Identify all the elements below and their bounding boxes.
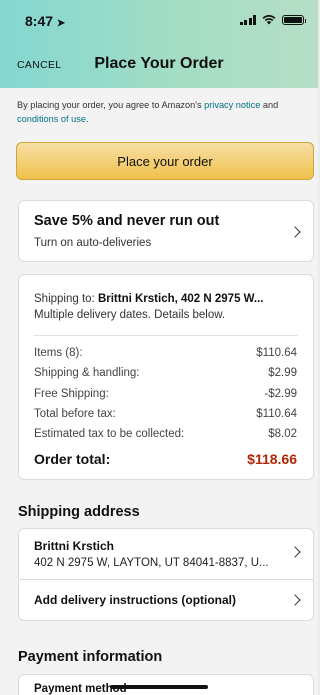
summary-row: Items (8): $110.64: [34, 347, 297, 359]
summary-row: Total before tax: $110.64: [34, 407, 297, 420]
wifi-icon: [262, 15, 276, 25]
header: 8:47 ➤ CANCEL Place Your Order: [0, 0, 318, 88]
summary-row: Shipping & handling: $2.99: [34, 367, 297, 380]
chevron-right-icon: [289, 546, 301, 558]
page-title: Place Your Order: [94, 55, 224, 72]
recipient-name: Brittni Krstich: [34, 539, 115, 553]
nav-bar: CANCEL Place Your Order: [0, 52, 318, 78]
shipping-address-row[interactable]: Brittni Krstich 402 N 2975 W, LAYTON, UT…: [18, 528, 314, 580]
agreement-text: By placing your order, you agree to Amaz…: [17, 100, 279, 124]
summary-row: Free Shipping: -$2.99: [34, 387, 297, 400]
location-arrow-icon: ➤: [56, 18, 66, 29]
shipping-recipient: Brittni Krstich, 402 N 2975 W...: [97, 293, 264, 305]
shipping-summary: Shipping to: Brittni Krstich, 402 N 2975…: [34, 293, 264, 321]
order-total: Order total: $118.66: [34, 451, 297, 467]
delivery-note: Multiple delivery dates. Details below.: [34, 309, 226, 321]
payment-information-heading: Payment information: [18, 649, 163, 665]
checkout-page: By placing your order, you agree to Amaz…: [0, 88, 318, 695]
order-total-label: Order total:: [34, 451, 111, 467]
cellular-signal-icon: [239, 15, 256, 25]
address-line: 402 N 2975 W, LAYTON, UT 84041-8837, U..…: [34, 557, 269, 569]
auto-delivery-card[interactable]: Save 5% and never run out Turn on auto-d…: [18, 200, 314, 262]
delivery-instructions-label: Add delivery instructions (optional): [34, 593, 237, 607]
order-total-value: $118.66: [247, 451, 297, 467]
order-summary-card: Shipping to: Brittni Krstich, 402 N 2975…: [18, 274, 314, 480]
conditions-of-use-link[interactable]: conditions of use: [17, 114, 86, 124]
shipping-address-group: Brittni Krstich 402 N 2975 W, LAYTON, UT…: [18, 528, 314, 628]
chevron-right-icon: [289, 226, 301, 238]
place-order-button[interactable]: Place your order: [16, 142, 314, 180]
status-time: 8:47 ➤: [25, 13, 66, 29]
battery-icon: [282, 15, 306, 25]
auto-delivery-title: Save 5% and never run out: [34, 213, 220, 229]
shipping-address-heading: Shipping address: [18, 504, 140, 520]
delivery-instructions-row[interactable]: Add delivery instructions (optional): [18, 579, 314, 621]
status-bar: 8:47 ➤: [0, 0, 318, 40]
privacy-notice-link[interactable]: privacy notice: [204, 100, 260, 110]
price-breakdown: Items (8): $110.64 Shipping & handling: $2…: [34, 343, 297, 444]
divider: [34, 335, 298, 336]
home-indicator[interactable]: [110, 685, 208, 689]
auto-delivery-subtitle: Turn on auto-deliveries: [34, 237, 152, 249]
summary-row: Estimated tax to be collected: $8.02: [34, 428, 297, 441]
chevron-right-icon: [289, 594, 301, 606]
